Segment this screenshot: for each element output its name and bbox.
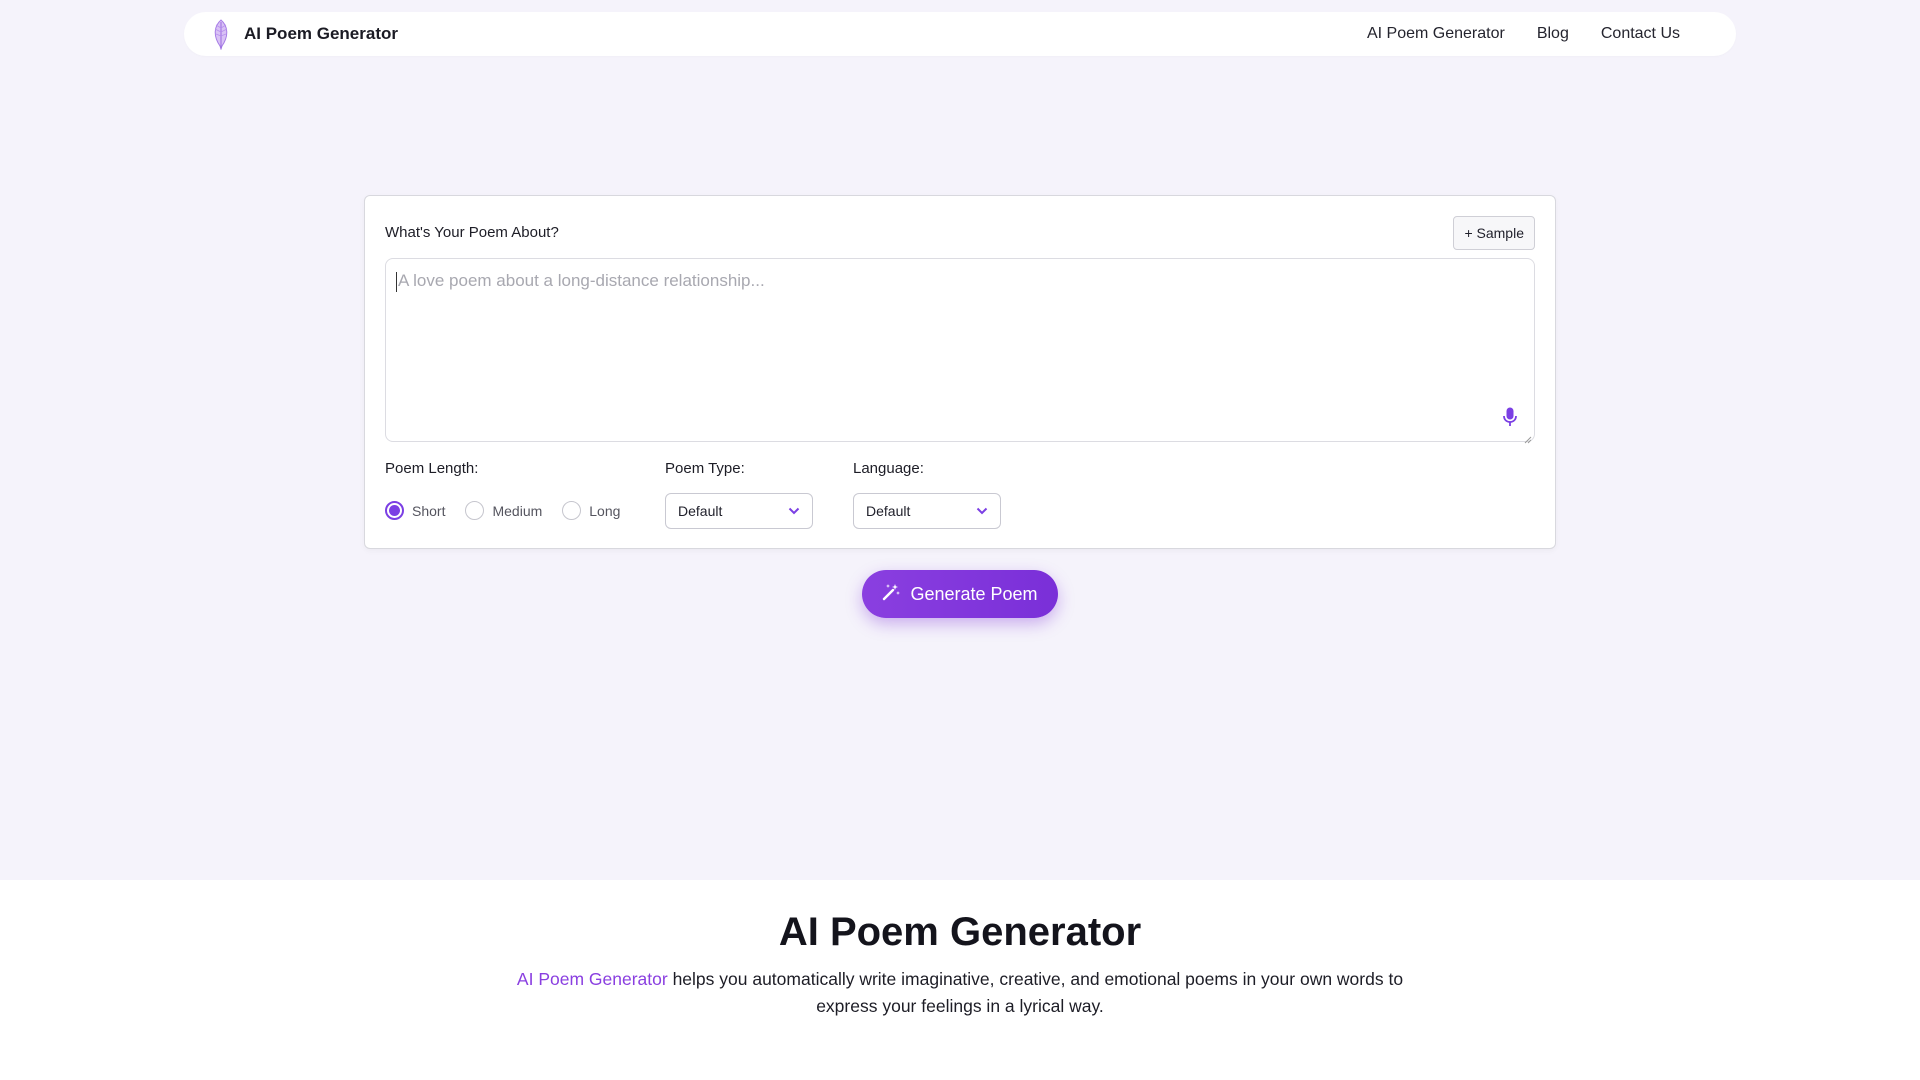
feather-logo-icon [208,18,234,50]
radio-short[interactable]: Short [385,501,445,520]
radio-medium-indicator[interactable] [465,501,485,520]
resize-handle-icon[interactable] [1524,431,1532,444]
brand[interactable]: AI Poem Generator [208,18,398,50]
form-title: What's Your Poem About? [385,224,559,241]
intro-description-text: helps you automatically write imaginativ… [667,969,1404,1016]
top-navbar: AI Poem Generator AI Poem Generator Blog… [184,12,1736,56]
intro-title: AI Poem Generator [778,910,1142,954]
radio-short-indicator[interactable] [385,501,404,520]
poem-length-radio-group: Short Medium Long [385,501,620,520]
radio-long-label: Long [589,502,621,519]
nav-links: AI Poem Generator Blog Contact Us [1367,25,1712,43]
intro-section: AI Poem Generator AI Poem Generator help… [0,880,1920,1080]
sample-button[interactable]: + Sample [1453,216,1535,250]
radio-short-label: Short [412,502,446,519]
brand-name: AI Poem Generator [244,24,398,43]
nav-link-contact-us[interactable]: Contact Us [1601,25,1680,43]
poem-topic-input[interactable] [386,259,1534,441]
radio-medium[interactable]: Medium [465,501,542,520]
poem-type-value: Default [678,503,723,519]
chevron-down-icon [976,507,988,515]
poem-length-label: Poem Length: [385,460,479,477]
poem-type-select[interactable]: Default [665,493,813,529]
language-select[interactable]: Default [853,493,1001,529]
chevron-down-icon [788,507,800,515]
generate-poem-label: Generate Poem [910,583,1038,604]
magic-wand-icon [882,583,901,606]
language-value: Default [866,503,911,519]
poem-form-card: What's Your Poem About? + Sample Poem Le… [364,195,1556,549]
poem-topic-field-wrapper [385,258,1535,444]
generate-poem-button[interactable]: Generate Poem [862,570,1058,618]
intro-description: AI Poem Generator helps you automaticall… [500,966,1420,1020]
microphone-icon[interactable] [1500,405,1520,429]
radio-long-indicator[interactable] [562,501,582,520]
radio-long[interactable]: Long [562,501,620,520]
language-label: Language: [853,460,924,477]
nav-link-ai-poem-generator[interactable]: AI Poem Generator [1367,25,1505,43]
intro-link[interactable]: AI Poem Generator [517,969,668,989]
nav-link-blog[interactable]: Blog [1537,25,1569,43]
text-caret [396,272,397,292]
poem-type-label: Poem Type: [665,460,745,477]
radio-medium-label: Medium [492,502,543,519]
